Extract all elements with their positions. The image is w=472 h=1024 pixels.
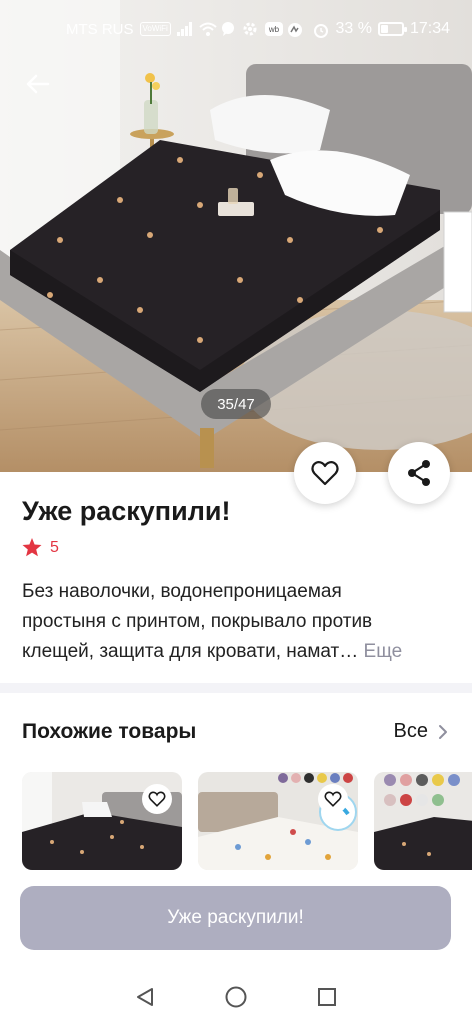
product-thumbnail — [374, 772, 472, 870]
product-description: Без наволочки, водонепроницаемая простын… — [22, 577, 452, 667]
heart-icon — [311, 461, 339, 486]
chat-icon — [221, 22, 237, 36]
triangle-back-icon — [137, 988, 154, 1006]
chevron-right-icon — [439, 724, 447, 739]
nav-home-button[interactable] — [216, 977, 256, 1017]
wifi-icon — [199, 22, 217, 36]
svg-text:wb: wb — [268, 25, 280, 34]
similar-product-card[interactable] — [22, 772, 182, 870]
carrier-label: MTS RUS — [66, 20, 134, 38]
section-divider — [0, 683, 472, 693]
gear-icon — [243, 22, 259, 36]
more-link[interactable]: Еще — [364, 641, 403, 662]
square-recents-icon — [317, 988, 336, 1006]
nav-recents-button[interactable] — [307, 977, 347, 1017]
description-line-text: клещей, защита для кровати, намат… — [22, 641, 359, 662]
alarm-icon — [313, 22, 329, 38]
similar-product-card[interactable] — [198, 772, 358, 870]
wb-icon: wb — [264, 22, 283, 36]
app-icon — [287, 22, 303, 37]
description-line-last: клещей, защита для кровати, намат… Еще — [22, 637, 452, 667]
clock: 17:34 — [409, 20, 450, 37]
back-button[interactable] — [18, 66, 58, 102]
rating-value: 5 — [50, 538, 59, 556]
description-line: простыня с принтом, покрывало против — [22, 611, 373, 632]
description-line: Без наволочки, водонепроницаемая — [22, 581, 342, 602]
heart-icon — [324, 791, 342, 807]
circle-home-icon — [225, 986, 247, 1008]
image-counter: 35/47 — [201, 389, 271, 419]
battery-icon — [377, 22, 407, 36]
favorite-button[interactable] — [294, 442, 356, 504]
similar-products-list — [22, 772, 472, 872]
similar-favorite-button[interactable] — [318, 784, 348, 814]
similar-product-card[interactable] — [374, 772, 472, 870]
system-nav-bar — [0, 970, 472, 1024]
similar-products-title: Похожие товары — [22, 720, 197, 743]
signal-icon — [176, 22, 193, 36]
similar-favorite-button[interactable] — [142, 784, 172, 814]
vowifi-badge: VoWiFi — [139, 22, 171, 36]
product-rating[interactable]: 5 — [22, 538, 59, 557]
arrow-left-icon — [26, 74, 50, 94]
share-button[interactable] — [388, 442, 450, 504]
share-icon — [408, 460, 430, 486]
see-all-link[interactable]: Все — [394, 720, 448, 743]
battery-percent: 33 % — [335, 20, 372, 37]
sold-out-button[interactable]: Уже раскупили! — [20, 886, 451, 950]
product-title: Уже раскупили! — [22, 496, 231, 526]
see-all-label: Все — [393, 720, 428, 742]
star-icon — [22, 538, 42, 557]
nav-back-button[interactable] — [125, 977, 165, 1017]
status-bar: MTS RUS VoWiFi wb 33 % 17:34 — [0, 0, 472, 58]
heart-icon — [148, 791, 166, 807]
